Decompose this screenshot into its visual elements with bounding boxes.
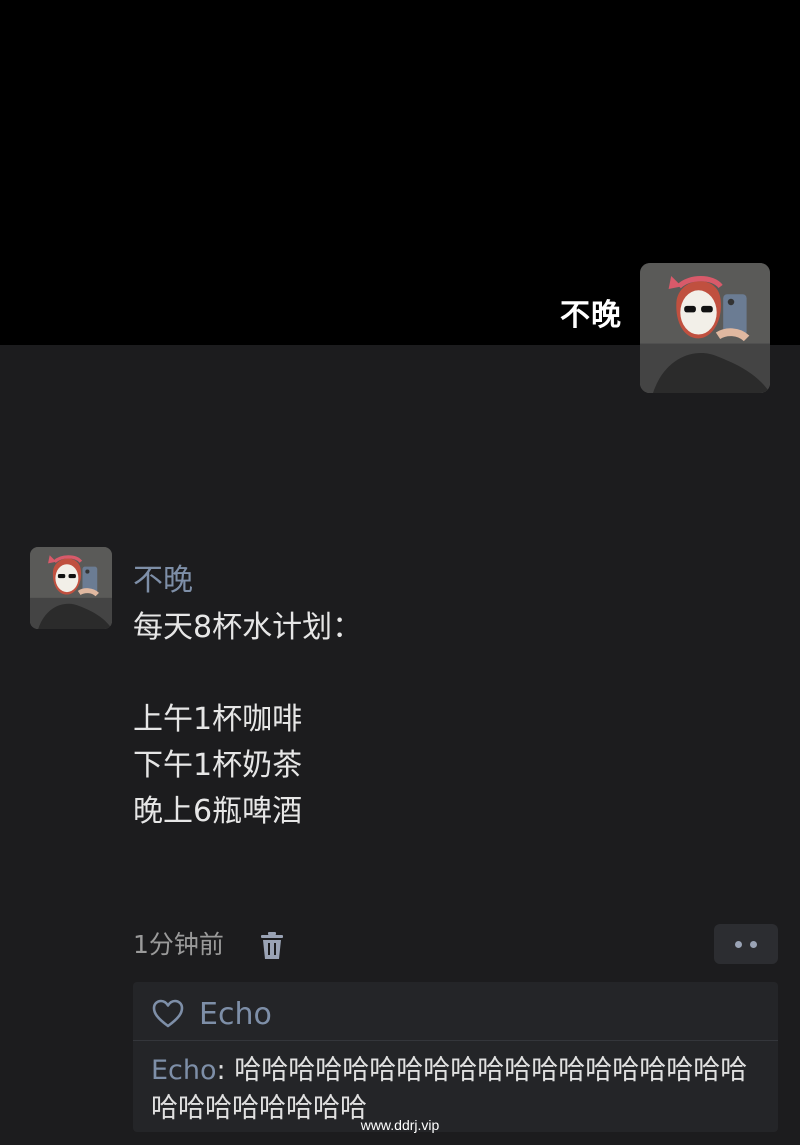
heart-icon	[152, 999, 184, 1028]
avatar-illustration	[30, 547, 112, 629]
more-dots-icon	[750, 940, 757, 948]
trash-icon[interactable]	[258, 931, 286, 961]
post-author-name[interactable]: 不晚	[133, 555, 193, 599]
comment-author[interactable]: Echo	[151, 1055, 217, 1086]
post-author-avatar[interactable]	[30, 547, 112, 629]
more-options-button[interactable]	[714, 924, 778, 964]
like-user-name[interactable]: Echo	[199, 997, 272, 1032]
profile-avatar[interactable]	[640, 263, 770, 393]
likes-row: Echo	[151, 994, 272, 1034]
post-line: 上午1杯咖啡	[133, 702, 303, 737]
post-line: 下午1杯奶茶	[133, 748, 303, 783]
divider	[133, 1040, 778, 1041]
likes-comments-panel: Echo Echo: 哈哈哈哈哈哈哈哈哈哈哈哈哈哈哈哈哈哈哈哈哈哈哈哈哈哈哈	[133, 982, 778, 1132]
post-timestamp: 1分钟前	[133, 930, 224, 959]
post-text: 每天8杯水计划： 上午1杯咖啡 下午1杯奶茶 晚上6瓶啤酒	[133, 605, 362, 835]
post-line	[133, 651, 362, 697]
comment-separator: :	[216, 1055, 235, 1086]
more-dots-icon	[735, 940, 742, 948]
post-meta: 1分钟前	[133, 925, 283, 965]
avatar-illustration	[640, 263, 770, 393]
watermark: www.ddrj.vip	[360, 1117, 440, 1133]
post-line: 每天8杯水计划：	[133, 610, 363, 645]
profile-name: 不晚	[560, 298, 622, 333]
post-line: 晚上6瓶啤酒	[133, 794, 303, 829]
comment-text: 哈哈哈哈哈哈哈哈哈哈哈哈哈哈哈哈哈哈哈哈哈哈哈哈哈哈哈	[151, 1055, 748, 1124]
